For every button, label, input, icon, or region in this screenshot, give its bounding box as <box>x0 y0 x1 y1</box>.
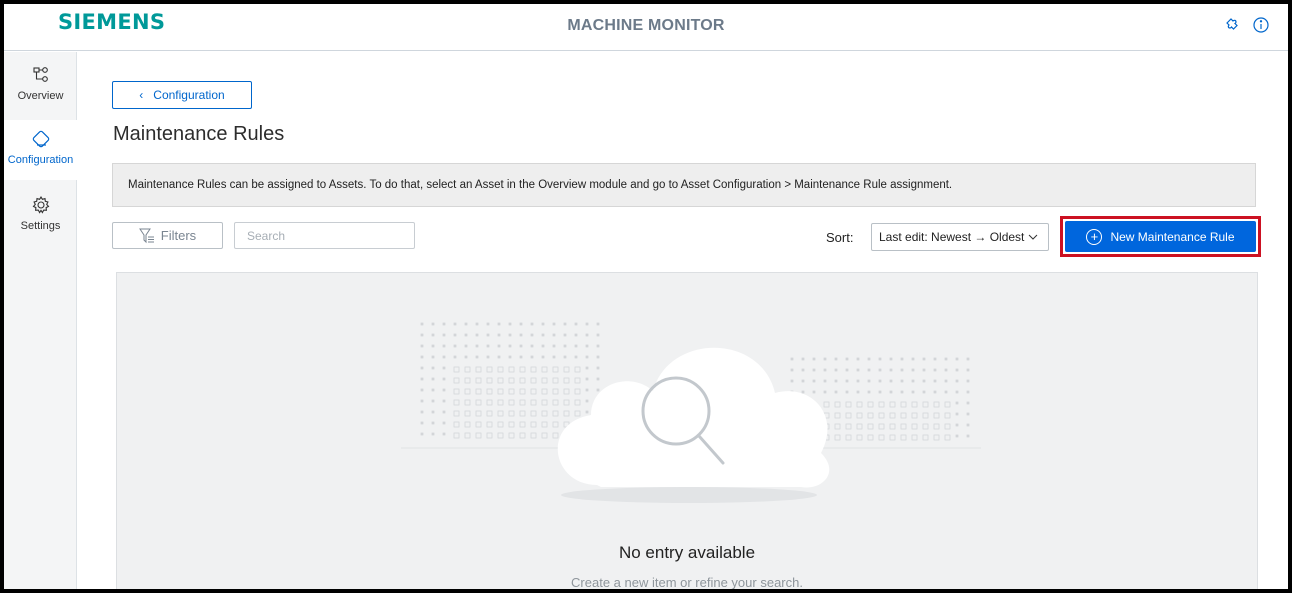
sidebar-item-label: Configuration <box>7 154 74 166</box>
app-frame: SIEMENS MACHINE MONITOR Overview Configu… <box>0 0 1292 593</box>
filters-button[interactable]: Filters <box>112 222 223 249</box>
new-button-label: New Maintenance Rule <box>1110 229 1235 244</box>
sort-value: Last edit: Newest → Oldest <box>879 230 1025 244</box>
configuration-icon <box>32 130 49 148</box>
chevron-down-icon <box>1029 234 1038 240</box>
info-banner: Maintenance Rules can be assigned to Ass… <box>112 163 1256 207</box>
app-title: MACHINE MONITOR <box>567 17 725 34</box>
main-content: ‹ Configuration Maintenance Rules Mainte… <box>78 52 1288 590</box>
empty-state-title: No entry available <box>618 543 756 562</box>
sort-select[interactable]: Last edit: Newest → Oldest <box>871 223 1049 251</box>
back-to-configuration-button[interactable]: ‹ Configuration <box>112 81 252 109</box>
plus-circle-icon: + <box>1086 228 1103 245</box>
filter-icon <box>138 228 154 243</box>
search-input[interactable] <box>234 222 415 249</box>
chevron-left-icon: ‹ <box>139 88 144 102</box>
back-button-label: Configuration <box>153 88 225 102</box>
filters-label: Filters <box>160 228 197 243</box>
sort-label: Sort: <box>826 230 854 245</box>
sidebar-item-overview[interactable]: Overview <box>4 56 77 116</box>
overview-icon <box>32 67 48 82</box>
sidebar-item-configuration[interactable]: Configuration <box>4 120 77 180</box>
puzzle-icon[interactable] <box>1223 15 1243 35</box>
empty-state-panel: No entry available Create a new item or … <box>116 272 1258 590</box>
gear-icon <box>32 195 49 214</box>
info-icon[interactable] <box>1251 15 1271 35</box>
sidebar-item-label: Settings <box>20 220 61 232</box>
sidebar: Overview Configuration Settings <box>4 52 77 589</box>
new-maintenance-rule-button[interactable]: + New Maintenance Rule <box>1065 221 1256 252</box>
app-header: SIEMENS MACHINE MONITOR <box>4 4 1288 51</box>
page-title: Maintenance Rules <box>113 123 285 145</box>
sidebar-item-label: Overview <box>17 90 64 102</box>
sidebar-item-settings[interactable]: Settings <box>4 186 77 246</box>
empty-state-subtitle: Create a new item or refine your search. <box>571 575 803 590</box>
empty-cloud-illustration <box>401 322 981 503</box>
